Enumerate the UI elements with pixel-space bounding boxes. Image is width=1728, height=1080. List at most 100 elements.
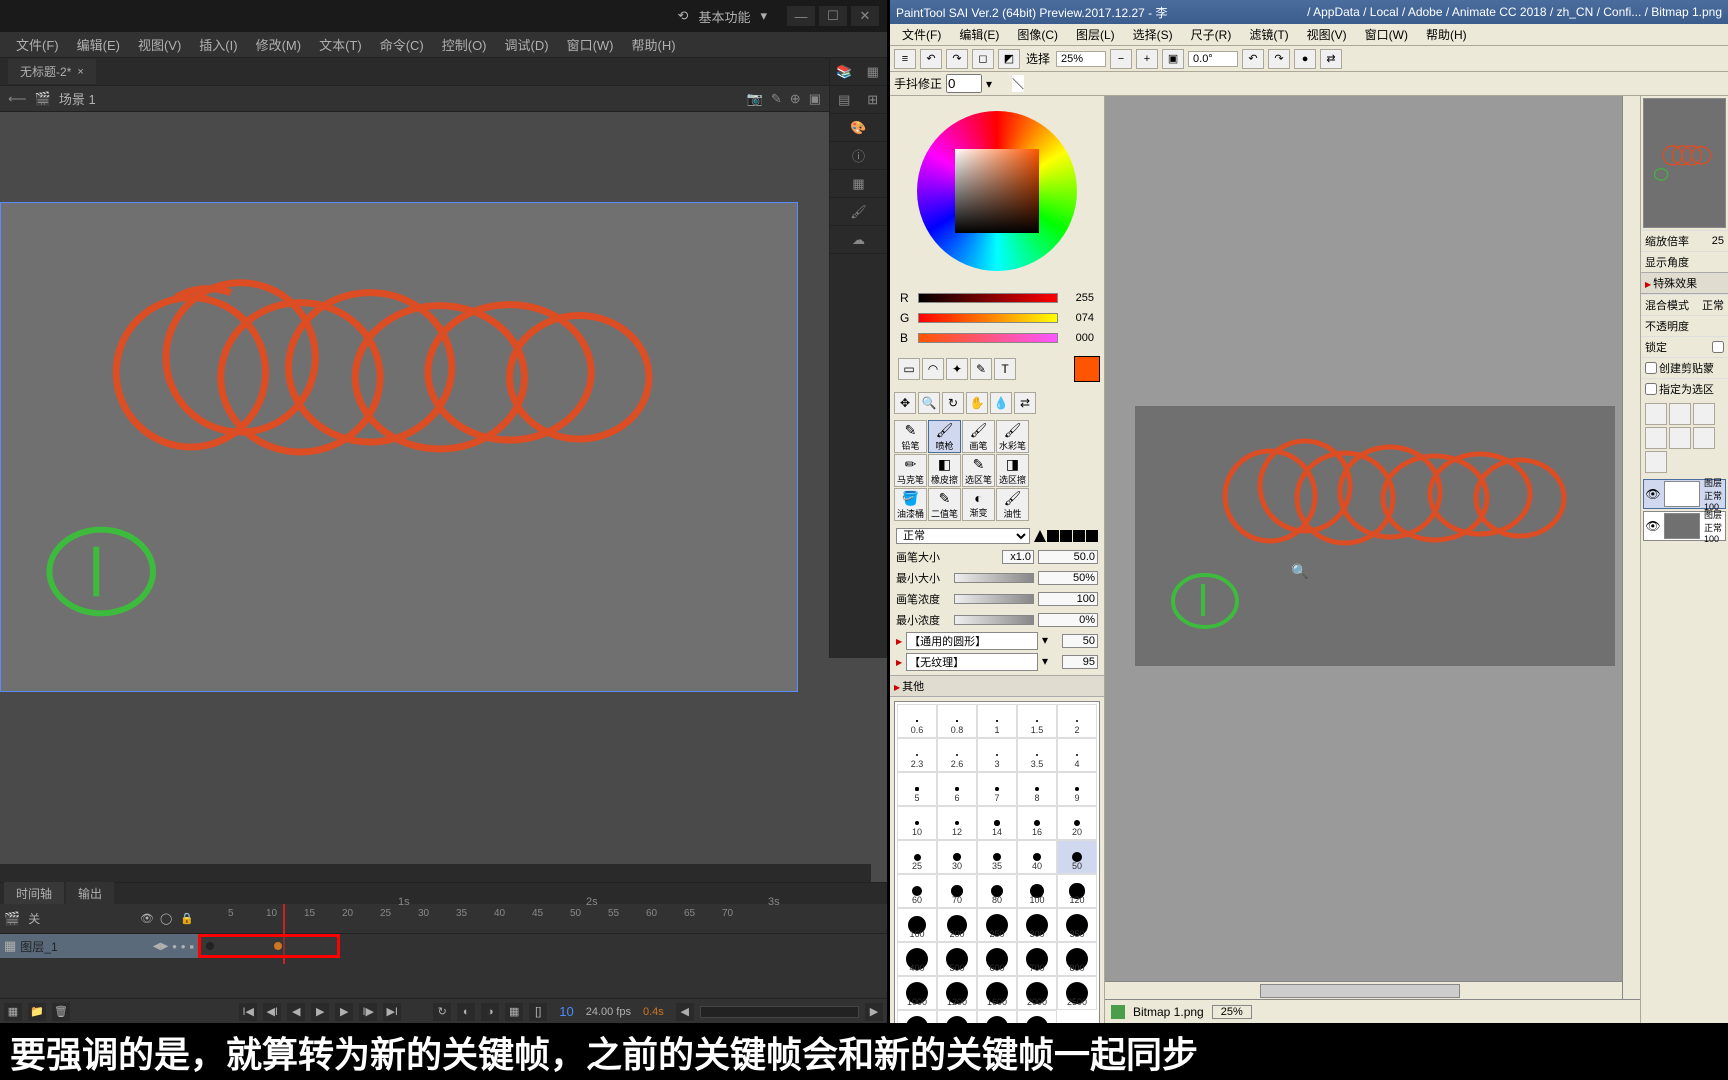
menu-commands[interactable]: 命令(C) xyxy=(372,32,432,57)
visibility-icon[interactable]: 👁 xyxy=(140,912,154,926)
current-frame[interactable]: 10 xyxy=(553,1004,579,1019)
brush-size-cell[interactable]: 200 xyxy=(937,908,977,942)
hand-icon[interactable]: ✋ xyxy=(966,392,988,414)
sai-canvas[interactable]: 🔍 xyxy=(1135,406,1615,666)
brush-size-cell[interactable]: 80 xyxy=(977,874,1017,908)
undo-icon[interactable]: ↶ xyxy=(920,49,942,69)
brush-watercolor[interactable]: 🖌水彩笔 xyxy=(996,420,1029,453)
tab-timeline[interactable]: 时间轴 xyxy=(4,882,64,905)
brush-size-cell[interactable]: 4 xyxy=(1057,738,1097,772)
back-icon[interactable]: ⟵ xyxy=(8,91,27,107)
layer-visibility-icon[interactable]: 👁 xyxy=(1644,519,1662,533)
brush-size-cell[interactable]: 250 xyxy=(977,908,1017,942)
v-scrollbar[interactable] xyxy=(1622,96,1640,1005)
texture-select[interactable]: 【无纹理】 xyxy=(906,653,1038,671)
brush-size-cell[interactable]: 2.3 xyxy=(897,738,937,772)
prev-button[interactable]: ◀ xyxy=(287,1003,305,1021)
brush-size-cell[interactable]: 3000 xyxy=(897,1010,937,1023)
info-icon[interactable]: ⓘ xyxy=(849,146,869,166)
scroll-right-button[interactable]: ▶ xyxy=(865,1003,883,1021)
menu-filter[interactable]: 滤镜(T) xyxy=(1241,24,1296,45)
new-folder-button[interactable]: 📁 xyxy=(28,1003,46,1021)
brush-selerase[interactable]: ◨选区擦 xyxy=(996,454,1029,487)
expand-icon[interactable]: ▶ xyxy=(896,658,902,667)
scene-label[interactable]: 场景 1 xyxy=(59,89,96,108)
menu-help[interactable]: 帮助(H) xyxy=(624,32,684,57)
blend-mode-select[interactable]: 正常 xyxy=(896,528,1030,544)
delete-layer-button[interactable]: 🗑 xyxy=(52,1003,70,1021)
brush-size-cell[interactable]: 120 xyxy=(1057,874,1097,908)
new-linework-button[interactable] xyxy=(1669,403,1691,425)
effects-collapse[interactable]: 特殊效果 xyxy=(1641,272,1728,294)
layer-dot2[interactable]: • xyxy=(181,939,186,954)
close-button[interactable]: ✕ xyxy=(851,6,879,26)
dropdown-icon[interactable]: ▾ xyxy=(760,8,767,24)
center-icon[interactable]: ⊕ xyxy=(790,91,801,107)
menu-insert[interactable]: 插入(I) xyxy=(191,32,245,57)
brush-size-cell[interactable]: 1 xyxy=(977,704,1017,738)
menu-view[interactable]: 视图(V) xyxy=(130,32,189,57)
size-value[interactable]: 50.0 xyxy=(1038,550,1098,564)
menu-edit[interactable]: 编辑(E) xyxy=(951,24,1007,45)
layer-row[interactable]: ▦ 图层_1 ◀▶ • • ▪ xyxy=(0,934,198,958)
layer-name[interactable]: 图层_1 xyxy=(20,938,149,955)
brush-eraser[interactable]: ◧橡皮擦 xyxy=(928,454,961,487)
fit-icon[interactable]: ▣ xyxy=(1162,49,1184,69)
menu-edit[interactable]: 编辑(E) xyxy=(69,32,128,57)
rotate-left-icon[interactable]: ↶ xyxy=(1242,49,1264,69)
brush-size-cell[interactable]: 12 xyxy=(937,806,977,840)
wand-icon[interactable]: ✦ xyxy=(946,358,968,380)
brush-size-cell[interactable]: 16 xyxy=(1017,806,1057,840)
move-icon[interactable]: ✥ xyxy=(894,392,916,414)
layer-dot1[interactable]: • xyxy=(172,939,177,954)
brush-size-cell[interactable]: 500 xyxy=(937,942,977,976)
layer-item[interactable]: 👁 图层 正常 100 xyxy=(1643,479,1726,509)
h-scrollbar[interactable] xyxy=(1105,981,1622,999)
layer-icon[interactable]: 🎬 xyxy=(4,911,20,927)
sai-canvas-area[interactable]: 🔍 Bitmap 1.png 25% xyxy=(1105,96,1640,1023)
brush-panel-icon[interactable]: 🖌 xyxy=(849,202,869,222)
merge-button[interactable] xyxy=(1693,427,1715,449)
brush-size-cell[interactable]: 5000 xyxy=(1017,1010,1057,1023)
lock-icon[interactable]: 🔒 xyxy=(180,912,194,926)
angle-field[interactable] xyxy=(1188,51,1238,67)
menu-text[interactable]: 文本(T) xyxy=(311,32,370,57)
brush-size-cell[interactable]: 5 xyxy=(897,772,937,806)
brush-size-cell[interactable]: 350 xyxy=(1057,908,1097,942)
brush-size-cell[interactable]: 2500 xyxy=(1057,976,1097,1010)
expand-icon[interactable]: ▶ xyxy=(896,637,902,646)
line-tool-icon[interactable]: ＼ xyxy=(1012,75,1024,92)
next-frame-button[interactable]: I▶ xyxy=(359,1003,377,1021)
brush-size-cell[interactable]: 0.8 xyxy=(937,704,977,738)
redo-icon[interactable]: ↷ xyxy=(946,49,968,69)
document-tab[interactable]: 无标题-2* × xyxy=(8,59,96,84)
shape-btn[interactable]: ▾ xyxy=(1042,633,1058,649)
h-scrollbar[interactable] xyxy=(0,864,871,882)
navigator-preview[interactable] xyxy=(1643,98,1726,228)
menu-ruler[interactable]: 尺子(R) xyxy=(1183,24,1240,45)
menu-help[interactable]: 帮助(H) xyxy=(1418,24,1475,45)
brush-size-cell[interactable]: 0.6 xyxy=(897,704,937,738)
mindensity-slider[interactable] xyxy=(954,615,1034,625)
b-slider[interactable] xyxy=(918,333,1058,343)
menu-canvas[interactable]: 图像(C) xyxy=(1009,24,1066,45)
rect-select-icon[interactable]: ▭ xyxy=(898,358,920,380)
fit-icon[interactable]: ▣ xyxy=(809,91,821,107)
animate-stage[interactable] xyxy=(0,202,798,692)
brush-size-cell[interactable]: 8 xyxy=(1017,772,1057,806)
brush-size-cell[interactable]: 10 xyxy=(897,806,937,840)
tip-shape[interactable] xyxy=(1086,530,1098,542)
align-icon[interactable]: ▤ xyxy=(834,90,854,110)
shape-select[interactable]: 【通用的圆形】 xyxy=(906,632,1038,650)
brush-size-cell[interactable]: 40 xyxy=(1017,840,1057,874)
outline-icon[interactable]: ◯ xyxy=(160,912,174,926)
brush-gradient[interactable]: ◐渐变 xyxy=(962,488,995,521)
minsize-value[interactable]: 50% xyxy=(1038,571,1098,585)
timeline-ruler[interactable]: 5 10 15 20 25 1s 30 35 40 45 50 2s 55 60… xyxy=(198,904,887,934)
swap-icon[interactable]: ⇄ xyxy=(1014,392,1036,414)
brush-binary[interactable]: ✎二值笔 xyxy=(928,488,961,521)
last-frame-button[interactable]: ▶I xyxy=(383,1003,401,1021)
next-button[interactable]: ▶ xyxy=(335,1003,353,1021)
foreground-color[interactable] xyxy=(1074,356,1100,382)
brush-size-cell[interactable]: 4000 xyxy=(977,1010,1017,1023)
